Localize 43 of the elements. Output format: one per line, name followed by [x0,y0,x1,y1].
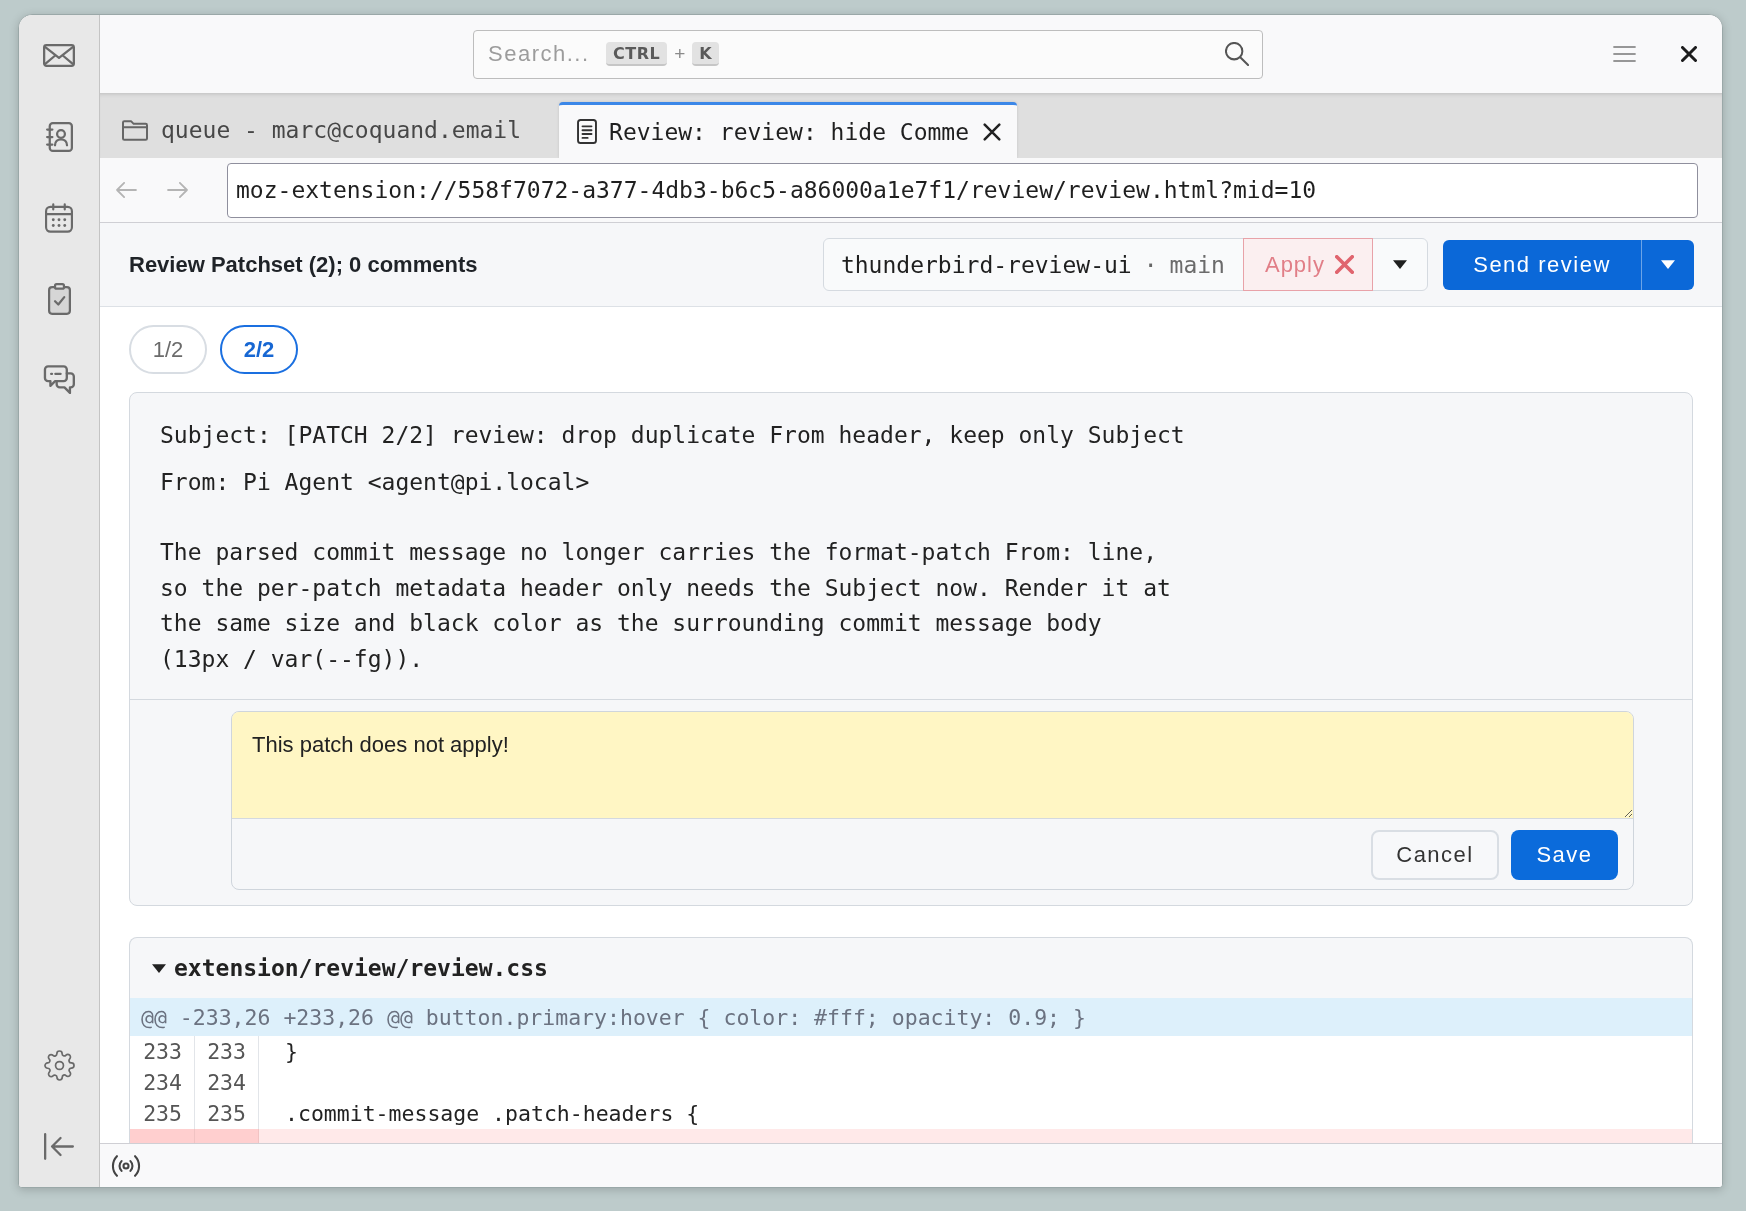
hunk-header: @@ -233,26 +233,26 @@ button.primary:hover { color: #fff; opacity: 0.9; } [130,998,1692,1036]
commit-subject: Subject: [PATCH 2/2] review: drop duplicate From header, keep only Subject [160,421,1186,450]
url-field[interactable]: moz-extension://558f7072-a377-4db3-b6c5-a86000a1e7f1/review/review.html?mid=10 [227,162,1698,218]
code-line: } [284,1038,299,1066]
patch-tab[interactable]: 1/2 [129,325,207,374]
send-review-button[interactable]: Send review [1443,239,1641,290]
caret-icon [1661,260,1675,269]
close-icon[interactable] [1681,46,1697,62]
plus-sign: + [674,43,686,65]
file-path: extension/review/review.css [174,955,548,981]
save-button[interactable]: Save [1511,830,1618,880]
collapse-sidebar-icon[interactable] [44,1133,74,1160]
shortcut-key: CTRL [606,42,668,66]
repository-name: thunderbird-review-ui [839,251,1132,278]
commit-message-body: The parsed commit message no longer carries the format-patch From: line, so the per-patch metadata header only needs the Subject now. Render it at the same size and black color as the surrounding commit message body (13px / var(--fg)). [160,538,1172,674]
separator-dot: · [1143,251,1158,278]
review-title: Review Patchset (2); 0 comments [129,251,478,278]
settings-icon[interactable] [43,1050,75,1081]
broadcast-icon [111,1154,141,1177]
caret-icon [1393,260,1407,269]
search-icon [1225,42,1249,66]
branch-name: main [1169,251,1225,278]
cancel-button[interactable]: Cancel [1371,830,1499,880]
menu-icon[interactable] [1613,46,1636,62]
folder-icon [122,119,148,141]
commit-author: From: Pi Agent <agent@pi.local> [160,468,591,497]
calendar-icon[interactable] [45,202,73,233]
tab[interactable]: queue - marc@coquand.email [100,102,558,158]
cross-icon [1335,255,1354,274]
close-icon[interactable] [983,122,1002,141]
shortcut-key: K [692,42,720,66]
document-icon [577,119,598,144]
search-field[interactable]: Search... [488,41,606,67]
comment-field[interactable]: This patch does not apply! [232,712,1633,819]
clipboard-check-icon[interactable] [47,282,71,315]
send-options-button[interactable] [1641,239,1694,290]
chat-bubbles-icon[interactable] [43,364,75,395]
patch-tab[interactable]: 2/2 [220,325,298,374]
code-line: .commit-message .patch-headers { [284,1100,701,1128]
address-book-icon[interactable] [45,121,73,152]
tab[interactable]: Review: review: hide Comme [559,102,1018,158]
caret-icon[interactable] [152,963,166,973]
mail-icon[interactable] [43,44,75,67]
